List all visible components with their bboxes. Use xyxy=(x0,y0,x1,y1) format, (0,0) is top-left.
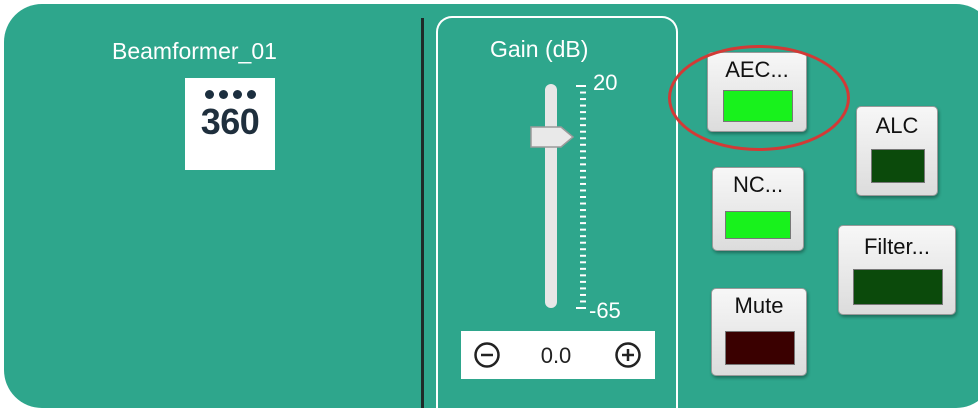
gain-value[interactable]: 0.0 xyxy=(521,343,591,369)
gain-max-label: 20 xyxy=(593,70,618,95)
gain-slider-track[interactable] xyxy=(545,84,557,308)
panel-divider xyxy=(421,18,424,408)
mute-button[interactable]: Mute xyxy=(711,288,807,376)
gain-slider-thumb[interactable] xyxy=(529,124,575,150)
nc-led xyxy=(725,211,791,239)
logo-text: 360 xyxy=(200,101,260,142)
block-title: Beamformer_01 xyxy=(112,38,277,64)
mute-button-label: Mute xyxy=(734,293,784,318)
gain-title: Gain (dB) xyxy=(490,36,589,62)
360-logo-icon: 360 xyxy=(185,78,275,170)
aec-highlight-ring xyxy=(668,45,850,151)
filter-led xyxy=(853,269,943,305)
mute-led xyxy=(725,331,795,365)
nc-button-label: NC... xyxy=(732,172,784,197)
alc-button[interactable]: ALC xyxy=(856,106,938,196)
gain-slider-ticks xyxy=(576,85,586,309)
plus-circle-icon[interactable] xyxy=(614,341,642,369)
filter-button[interactable]: Filter... xyxy=(838,225,956,315)
alc-button-label: ALC xyxy=(875,113,919,138)
minus-circle-icon[interactable] xyxy=(473,341,501,369)
alc-led xyxy=(871,149,925,183)
nc-button[interactable]: NC... xyxy=(712,167,804,251)
gain-min-label: -65 xyxy=(589,298,621,323)
logo-dots-icon xyxy=(204,90,256,99)
filter-button-label: Filter... xyxy=(863,234,930,259)
gain-stepper: 0.0 xyxy=(461,331,655,379)
